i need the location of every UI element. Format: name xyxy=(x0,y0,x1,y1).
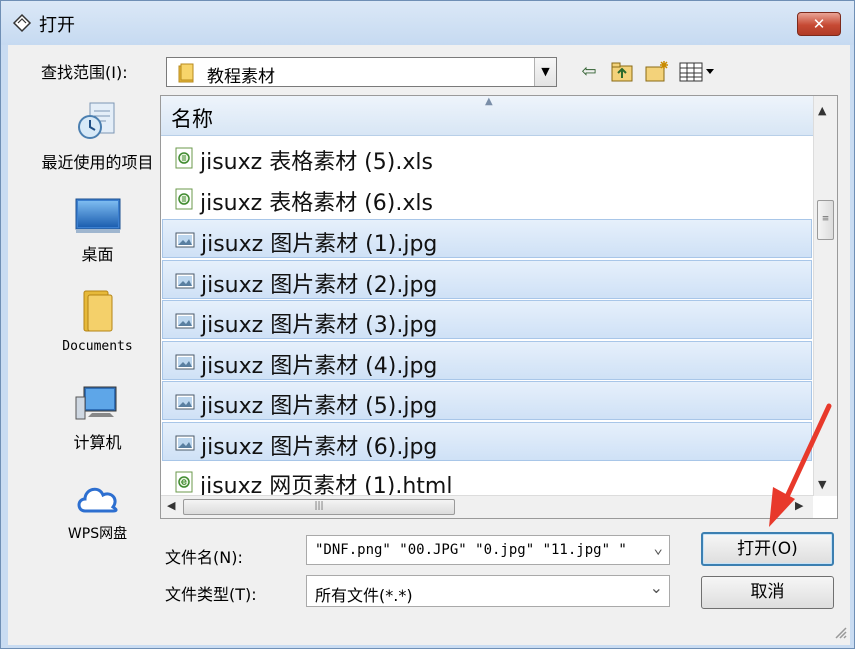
spreadsheet-file-icon xyxy=(175,147,193,169)
filename-input[interactable]: "DNF.png" "00.JPG" "0.jpg" "11.jpg" " ⌄ xyxy=(306,535,670,565)
scroll-left-icon[interactable]: ◀ xyxy=(167,499,175,512)
cloud-icon xyxy=(77,487,118,513)
file-row[interactable]: jisuxz 表格素材 (6).xls xyxy=(162,179,812,218)
vertical-scrollbar[interactable]: ▲ ≡ ▼ xyxy=(813,96,837,496)
image-file-icon xyxy=(175,394,195,410)
filetype-select[interactable]: 所有文件(*.*) ⌄ xyxy=(306,575,670,607)
open-file-dialog: 打开 ✕ 查找范围(I): 教程素材 ▼ ⇦ 最近使用的项目 桌面 Docume… xyxy=(0,0,855,649)
file-row[interactable]: jisuxz 图片素材 (5).jpg xyxy=(162,381,812,420)
file-row[interactable]: jisuxz 表格素材 (5).xls xyxy=(162,138,812,177)
sort-ascending-icon: ▲ xyxy=(485,96,493,107)
image-file-icon xyxy=(175,354,195,369)
horizontal-scrollbar[interactable]: ◀ ||| ▶ xyxy=(161,495,813,518)
place-documents[interactable]: Documents xyxy=(35,287,160,354)
place-label: WPS网盘 xyxy=(67,526,128,542)
lookin-dropdown[interactable]: 教程素材 ▼ xyxy=(166,57,557,87)
file-list[interactable]: ▲ 名称 jisuxz 表格素材 (5).xls jisuxz 表格素材 (6).… xyxy=(160,95,838,519)
up-folder-icon[interactable] xyxy=(610,61,634,83)
open-dialog-icon xyxy=(12,13,32,33)
file-row[interactable]: jisuxz 图片素材 (6).jpg xyxy=(162,421,812,461)
web-file-icon xyxy=(175,471,193,493)
back-icon[interactable]: ⇦ xyxy=(578,61,600,83)
image-file-icon xyxy=(175,435,195,450)
window-title: 打开 xyxy=(39,15,75,36)
open-button[interactable]: 打开(O) xyxy=(701,532,834,566)
dialog-body: 查找范围(I): 教程素材 ▼ ⇦ 最近使用的项目 桌面 Documents 计… xyxy=(8,45,850,645)
lookin-label: 查找范围(I): xyxy=(41,63,128,82)
file-row[interactable]: jisuxz 图片素材 (1).jpg xyxy=(162,219,812,258)
title-bar[interactable]: 打开 ✕ xyxy=(1,1,854,45)
file-row[interactable]: jisuxz 图片素材 (4).jpg xyxy=(162,340,812,380)
file-name: jisuxz 表格素材 (5).xls xyxy=(200,150,433,175)
filename-label: 文件名(N): xyxy=(165,548,243,567)
place-label: 桌面 xyxy=(81,245,114,264)
file-row[interactable]: jisuxz 图片素材 (3).jpg xyxy=(162,300,812,339)
place-label: Documents xyxy=(62,339,133,354)
computer-icon xyxy=(75,386,116,420)
place-wps-cloud[interactable]: WPS网盘 xyxy=(35,479,160,543)
filetype-label: 文件类型(T): xyxy=(165,585,257,604)
desktop-icon xyxy=(75,198,120,233)
place-computer[interactable]: 计算机 xyxy=(35,383,160,453)
cancel-button[interactable]: 取消 xyxy=(701,576,834,609)
place-label: 计算机 xyxy=(73,433,122,452)
column-header-name[interactable]: ▲ 名称 xyxy=(161,96,813,136)
image-file-icon xyxy=(175,232,195,248)
close-button[interactable]: ✕ xyxy=(797,12,841,36)
vertical-scroll-thumb[interactable]: ≡ xyxy=(817,200,834,240)
file-name: jisuxz 图片素材 (5).jpg xyxy=(201,394,438,419)
recent-items-icon xyxy=(77,102,114,139)
documents-folder-icon xyxy=(83,290,112,332)
view-menu-icon[interactable] xyxy=(679,61,717,83)
file-row[interactable]: jisuxz 图片素材 (2).jpg xyxy=(162,259,812,299)
file-name: jisuxz 表格素材 (6).xls xyxy=(200,190,433,216)
new-folder-icon[interactable] xyxy=(644,59,670,83)
places-bar: 最近使用的项目 桌面 Documents 计算机 WPS网盘 xyxy=(35,102,160,575)
chevron-down-icon[interactable]: ▼ xyxy=(534,58,556,86)
horizontal-scroll-thumb[interactable]: ||| xyxy=(183,499,455,515)
chevron-down-icon[interactable]: ⌄ xyxy=(653,538,663,557)
lookin-value: 教程素材 xyxy=(207,67,275,87)
chevron-down-icon[interactable]: ⌄ xyxy=(650,578,663,597)
file-name: jisuxz 图片素材 (2).jpg xyxy=(201,272,438,298)
scroll-down-icon[interactable]: ▼ xyxy=(818,478,826,491)
image-file-icon xyxy=(175,273,195,288)
file-name: jisuxz 图片素材 (4).jpg xyxy=(201,353,438,379)
image-file-icon xyxy=(175,313,195,329)
place-label: 最近使用的项目 xyxy=(41,153,154,172)
resize-grip-icon[interactable] xyxy=(831,623,847,639)
file-name: jisuxz 图片素材 (1).jpg xyxy=(201,232,438,257)
folder-icon xyxy=(178,63,194,83)
scroll-up-icon[interactable]: ▲ xyxy=(818,104,826,117)
place-recent[interactable]: 最近使用的项目 xyxy=(35,97,160,173)
scroll-right-icon[interactable]: ▶ xyxy=(795,499,803,512)
spreadsheet-file-icon xyxy=(175,188,193,209)
file-name: jisuxz 图片素材 (3).jpg xyxy=(201,313,438,338)
file-name: jisuxz 图片素材 (6).jpg xyxy=(201,434,438,460)
place-desktop[interactable]: 桌面 xyxy=(35,197,160,265)
